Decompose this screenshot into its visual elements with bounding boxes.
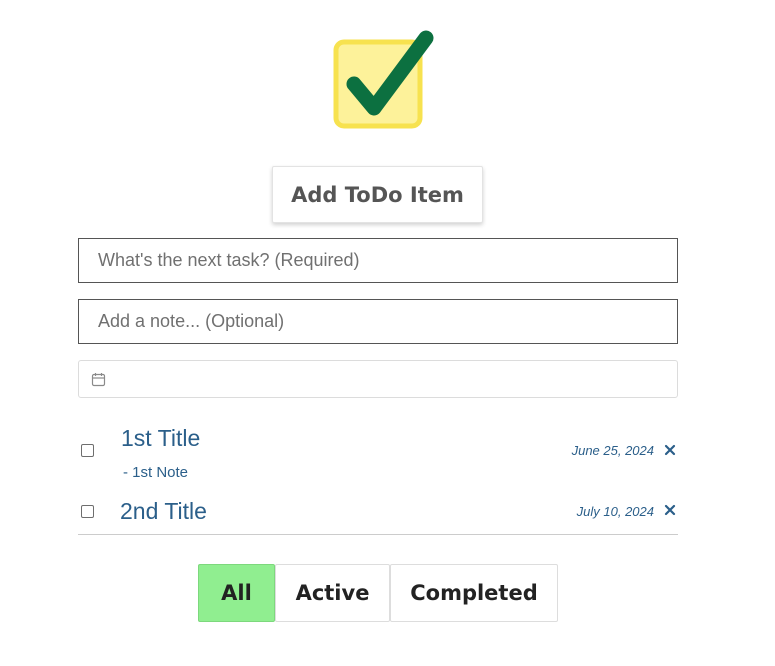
todo-title[interactable]: 2nd Title (120, 498, 207, 525)
calendar-icon (91, 373, 106, 387)
filter-active-button[interactable]: Active (275, 564, 390, 622)
task-title-input[interactable] (78, 238, 678, 283)
delete-icon[interactable] (663, 443, 677, 457)
todo-note: - 1st Note (123, 464, 189, 481)
filter-all-button[interactable]: All (198, 564, 275, 622)
date-picker-input[interactable] (78, 360, 678, 398)
todo-date: June 25, 2024 (571, 443, 654, 458)
todo-title[interactable]: 1st Title (121, 425, 200, 452)
todo-date: July 10, 2024 (576, 504, 654, 519)
todo-checkbox[interactable] (81, 505, 94, 518)
list-divider (78, 534, 678, 535)
delete-icon[interactable] (663, 503, 677, 517)
add-todo-button[interactable]: Add ToDo Item (272, 166, 483, 223)
todo-checkbox[interactable] (81, 444, 94, 457)
filter-completed-button[interactable]: Completed (390, 564, 558, 622)
checkmark-logo-icon (333, 30, 434, 129)
task-note-input[interactable] (78, 299, 678, 344)
